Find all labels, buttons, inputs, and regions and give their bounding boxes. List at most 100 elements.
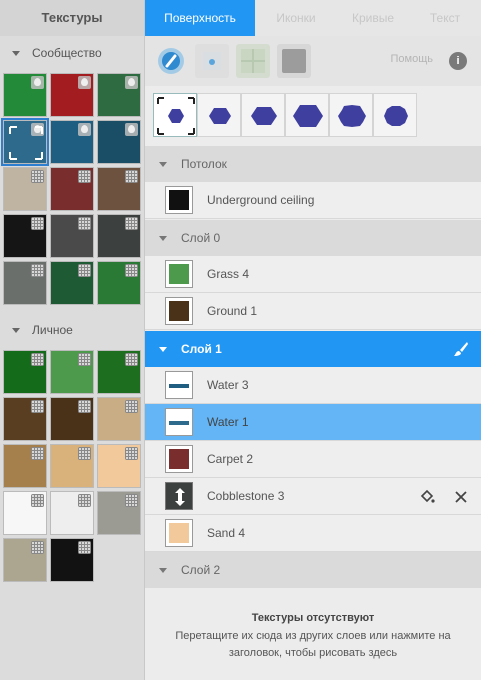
section-community[interactable]: Сообщество: [0, 37, 145, 69]
empty-state-description: Перетащите их сюда из других слоев или н…: [175, 630, 451, 659]
chevron-down-icon: [12, 51, 20, 57]
pattern-icon: [31, 170, 44, 183]
pattern-icon: [31, 447, 44, 460]
texture-tile[interactable]: [97, 491, 141, 535]
texture-swatch: [165, 186, 193, 214]
hexagon-icon: [209, 108, 231, 124]
brush-shape-medium[interactable]: [197, 93, 241, 137]
texture-tile[interactable]: [50, 261, 94, 305]
pattern-icon: [125, 400, 138, 413]
layer-title: Слой 0: [181, 231, 221, 245]
texture-tile[interactable]: [97, 397, 141, 441]
texture-name: Carpet 2: [207, 452, 254, 466]
brush-shape-large[interactable]: [241, 93, 285, 137]
square-icon: [282, 49, 306, 73]
layer-texture-row-selected[interactable]: Water 1: [145, 404, 481, 441]
pattern-icon: [78, 447, 91, 460]
tab-surface[interactable]: Поверхность: [145, 0, 255, 36]
texture-name: Underground ceiling: [207, 193, 315, 207]
layer-texture-row[interactable]: Carpet 2: [145, 441, 481, 478]
texture-name: Sand 4: [207, 526, 246, 540]
tab-icons[interactable]: Иконки: [255, 0, 337, 36]
texture-tile[interactable]: [50, 491, 94, 535]
brush-shape-small[interactable]: [153, 93, 197, 137]
pattern-icon: [125, 353, 138, 366]
empty-layer-area: Текстуры отсутствуют Перетащите их сюда …: [145, 588, 481, 680]
pattern-icon: [78, 217, 91, 230]
texture-tile[interactable]: [3, 73, 47, 117]
texture-tile[interactable]: [3, 538, 47, 582]
texture-tile[interactable]: [3, 444, 47, 488]
pattern-icon: [31, 494, 44, 507]
hexagon-icon: [384, 106, 408, 126]
hexagon-icon: [157, 97, 195, 135]
section-personal-label: Личное: [32, 323, 73, 337]
brush-shapes: [145, 86, 481, 146]
drag-handle-icon: [175, 488, 185, 506]
pattern-icon: [31, 400, 44, 413]
texture-tile[interactable]: [97, 73, 141, 117]
droplet-icon: [78, 123, 91, 136]
layer-texture-row-hovered[interactable]: Cobblestone 3: [145, 478, 481, 515]
texture-tile[interactable]: [3, 491, 47, 535]
mode-tabs: Поверхность Иконки Кривые Текст: [145, 0, 481, 36]
layer-texture-row[interactable]: Sand 4: [145, 515, 481, 552]
texture-tile[interactable]: [97, 167, 141, 211]
layer-title: Потолок: [181, 157, 227, 171]
close-icon[interactable]: [453, 489, 469, 505]
pattern-icon: [125, 264, 138, 277]
texture-name: Ground 1: [207, 304, 258, 318]
droplet-icon: [78, 76, 91, 89]
pattern-icon: [125, 170, 138, 183]
layer-texture-row[interactable]: Grass 4: [145, 256, 481, 293]
layer-header-1[interactable]: Слой 1: [145, 331, 481, 367]
layer-texture-row[interactable]: Ground 1: [145, 293, 481, 330]
fill-bucket-icon[interactable]: [419, 489, 435, 505]
texture-tile[interactable]: [3, 261, 47, 305]
texture-tile[interactable]: [97, 444, 141, 488]
layer-texture-row[interactable]: Underground ceiling: [145, 182, 481, 219]
texture-tile[interactable]: [50, 350, 94, 394]
drag-handle-swatch[interactable]: [165, 482, 193, 510]
layer-header-0[interactable]: Слой 0: [145, 220, 481, 256]
texture-tile[interactable]: [50, 538, 94, 582]
layer-title: Слой 2: [181, 563, 221, 577]
texture-tile[interactable]: [97, 261, 141, 305]
layer-header-ceiling[interactable]: Потолок: [145, 146, 481, 182]
texture-tile[interactable]: [3, 167, 47, 211]
texture-tile[interactable]: [97, 350, 141, 394]
texture-tile[interactable]: [1, 118, 49, 166]
select-tool-button[interactable]: [195, 44, 229, 78]
grid-icon: [241, 49, 265, 73]
tab-text[interactable]: Текст: [409, 0, 481, 36]
pattern-icon: [31, 217, 44, 230]
texture-tile[interactable]: [3, 397, 47, 441]
brush-tool-button[interactable]: [154, 44, 188, 78]
brush-shape-xlarge[interactable]: [285, 93, 329, 137]
texture-tile[interactable]: [50, 214, 94, 258]
tab-curves[interactable]: Кривые: [337, 0, 409, 36]
texture-tile[interactable]: [97, 214, 141, 258]
brush-shape-rough[interactable]: [329, 93, 373, 137]
textures-panel-title: Текстуры: [0, 0, 144, 36]
texture-tile[interactable]: [50, 444, 94, 488]
layer-texture-row[interactable]: Water 3: [145, 367, 481, 404]
section-personal[interactable]: Личное: [0, 314, 145, 346]
texture-tile[interactable]: [3, 350, 47, 394]
texture-tile[interactable]: [3, 214, 47, 258]
brush-shape-round[interactable]: [373, 93, 417, 137]
pattern-icon: [31, 264, 44, 277]
grid-tool-button[interactable]: [236, 44, 270, 78]
texture-tile[interactable]: [50, 120, 94, 164]
texture-tile[interactable]: [50, 73, 94, 117]
fill-tool-button[interactable]: [277, 44, 311, 78]
paint-brush-icon[interactable]: [453, 341, 469, 357]
info-icon[interactable]: i: [449, 52, 467, 70]
help-link[interactable]: Помощь: [391, 53, 434, 65]
texture-tile[interactable]: [50, 167, 94, 211]
texture-tile[interactable]: [50, 397, 94, 441]
texture-name: Water 1: [207, 415, 249, 429]
texture-tile[interactable]: [97, 120, 141, 164]
texture-name: Cobblestone 3: [207, 489, 285, 503]
layer-header-2[interactable]: Слой 2: [145, 552, 481, 588]
